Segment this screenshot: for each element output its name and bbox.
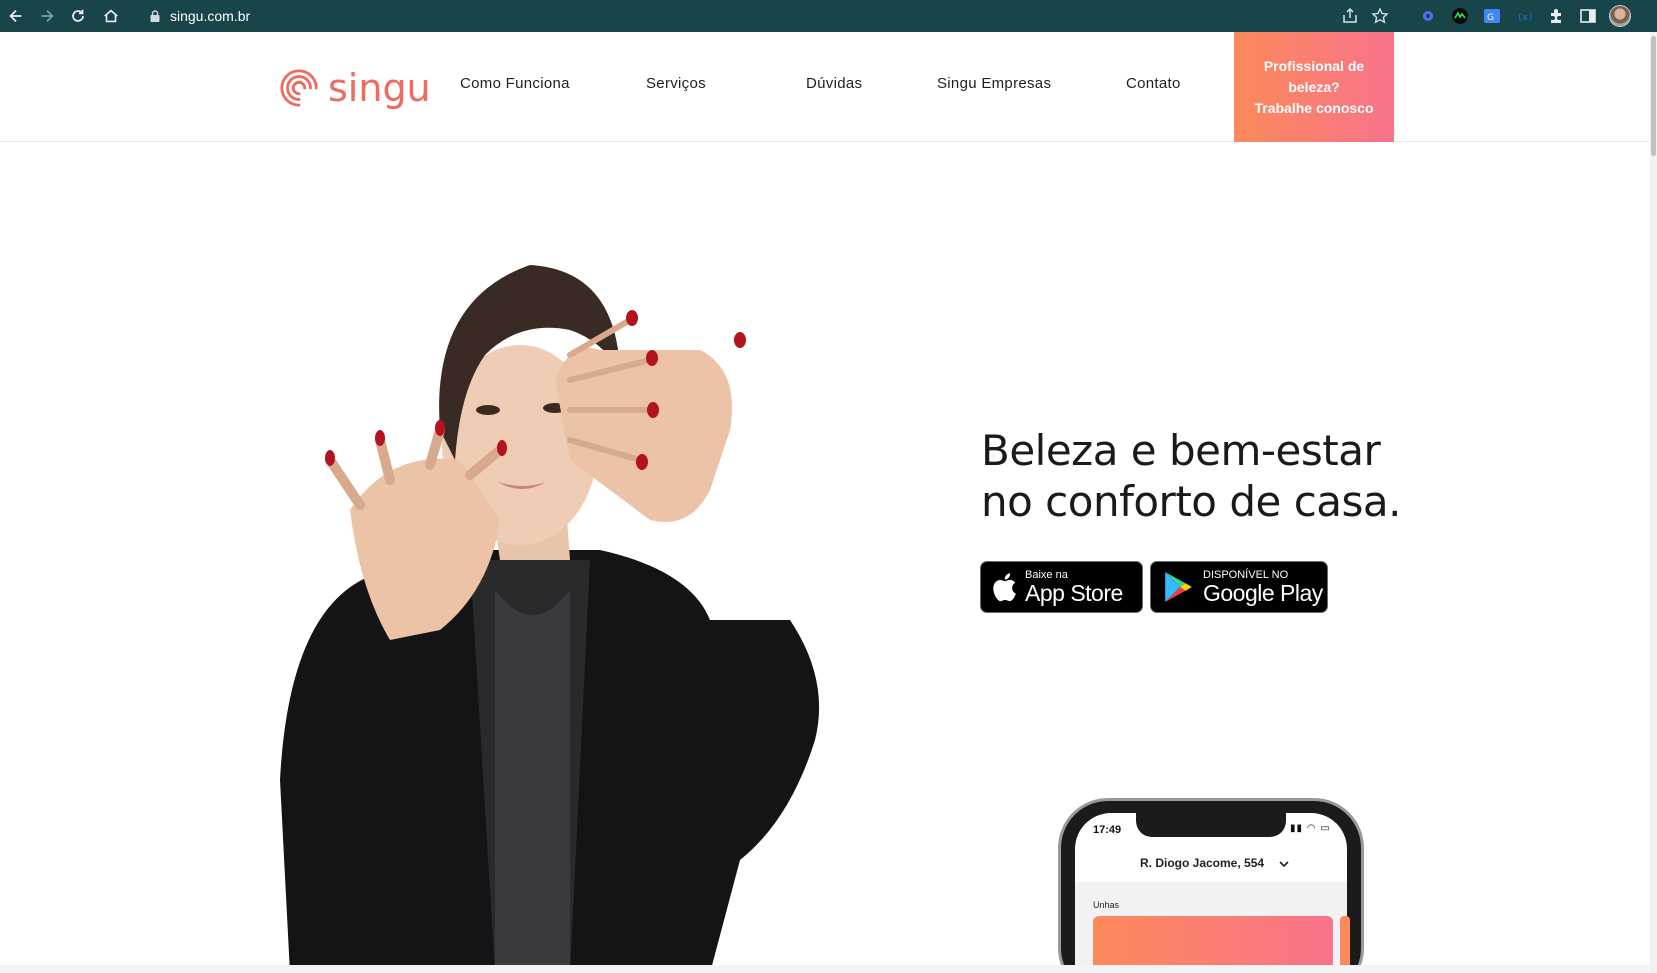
scrollbar-thumb[interactable]	[1651, 36, 1656, 156]
nav-como-funciona[interactable]: Como Funciona	[460, 75, 570, 92]
phone-address: R. Diogo Jacome, 554	[1140, 856, 1265, 870]
site-header: singu Como Funciona Serviços Dúvidas Sin…	[0, 32, 1650, 142]
hero-headline-line-2: no conforto de casa.	[981, 477, 1402, 526]
reload-button[interactable]	[62, 0, 94, 32]
extensions-puzzle-icon[interactable]	[1545, 5, 1567, 27]
hero-headline: Beleza e bem-estar no conforto de casa.	[981, 425, 1541, 527]
hero-headline-line-1: Beleza e bem-estar	[981, 426, 1381, 475]
extension-translate-icon[interactable]: G	[1481, 5, 1503, 27]
nav-singu-empresas[interactable]: Singu Empresas	[937, 75, 1051, 92]
google-play-icon	[1165, 572, 1192, 602]
phone-time: 17:49	[1093, 824, 1122, 836]
profile-avatar[interactable]	[1609, 5, 1631, 27]
back-button[interactable]	[0, 0, 32, 32]
cta-line-1: Profissional de	[1263, 57, 1365, 74]
cta-line-3: Trabalhe conosco	[1254, 99, 1374, 116]
google-play-big-text: Google Play	[1203, 580, 1323, 606]
apple-icon	[993, 573, 1016, 602]
logo-text: singu	[328, 66, 431, 110]
lock-icon	[150, 10, 160, 22]
extension-variables-icon[interactable]: (x)	[1513, 5, 1535, 27]
svg-text:G: G	[1487, 13, 1494, 23]
chevron-down-icon	[1279, 861, 1289, 868]
page-scrollbar[interactable]	[1650, 32, 1657, 973]
phone-notch	[1136, 811, 1286, 837]
address-bar[interactable]: singu.com.br	[136, 3, 1389, 29]
google-play-button[interactable]: DISPONÍVEL NO Google Play	[1150, 561, 1328, 613]
bookmark-star-icon[interactable]	[1371, 7, 1389, 25]
singu-spiral-icon	[280, 69, 318, 107]
forward-button[interactable]	[31, 0, 63, 32]
arrow-left-icon	[9, 9, 22, 23]
extension-monitor-icon[interactable]	[1449, 5, 1471, 27]
nav-contato[interactable]: Contato	[1126, 75, 1181, 92]
app-store-big-text: App Store	[1025, 580, 1123, 606]
reload-icon	[72, 9, 84, 22]
svg-text:(x): (x)	[1517, 13, 1533, 23]
singu-logo[interactable]: singu	[278, 66, 431, 110]
share-icon[interactable]	[1341, 7, 1359, 25]
hero-model-photo	[280, 265, 820, 973]
browser-toolbar: singu.com.br G (x)	[0, 0, 1657, 32]
app-store-button[interactable]: Baixe na App Store	[980, 561, 1143, 613]
extension-gear-icon[interactable]	[1417, 5, 1439, 27]
nav-duvidas[interactable]: Dúvidas	[806, 75, 862, 92]
phone-section-title: Unhas	[1093, 900, 1120, 910]
nav-servicos[interactable]: Serviços	[646, 75, 706, 92]
url-text: singu.com.br	[170, 8, 251, 24]
cta-line-2: beleza?	[1288, 78, 1340, 95]
arrow-right-icon	[41, 9, 54, 23]
bottom-strip	[0, 965, 1650, 973]
phone-status-icons: ▮▮ ◠ ▭	[1290, 823, 1331, 834]
work-with-us-button[interactable]: Profissional de beleza? Trabalhe conosco	[1234, 32, 1394, 142]
home-icon	[104, 9, 118, 23]
side-panel-icon[interactable]	[1577, 5, 1599, 27]
extensions-bar: G (x)	[1417, 0, 1631, 32]
home-button[interactable]	[95, 0, 127, 32]
